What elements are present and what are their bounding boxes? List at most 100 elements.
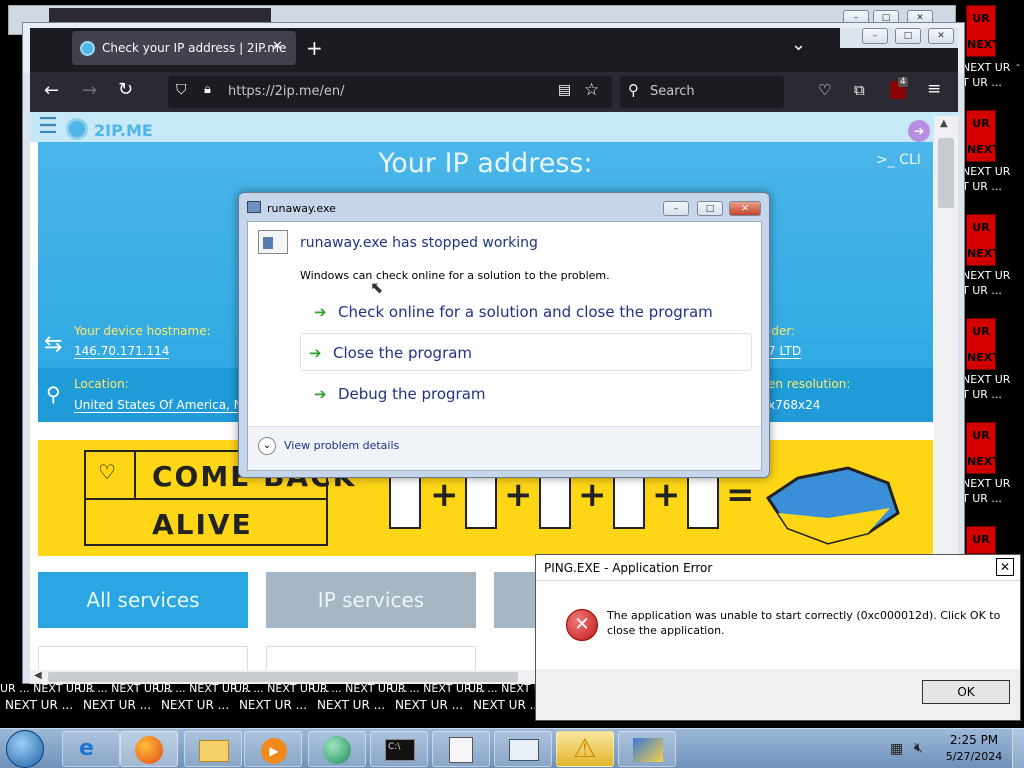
- lock-icon[interactable]: 🔒︎: [204, 82, 211, 97]
- scroll-left-icon[interactable]: ◀: [34, 670, 42, 681]
- horizontal-scrollbar-thumb[interactable]: [48, 672, 518, 682]
- background-tile: UR NEXT: [966, 5, 1000, 57]
- horizontal-scrollbar[interactable]: ◀: [30, 670, 535, 684]
- location-value[interactable]: United States Of America, New: [74, 398, 260, 413]
- new-tab-button[interactable]: +: [306, 36, 323, 60]
- error-dialog-body: ✕ The application was unable to start co…: [536, 581, 1020, 669]
- option-check-online[interactable]: ➔ Check online for a solution and close t…: [306, 293, 758, 331]
- menu-icon[interactable]: ≡: [927, 79, 941, 99]
- clock-date[interactable]: 5/27/2024: [940, 750, 1008, 763]
- taskbar-problem-reporting[interactable]: [494, 731, 552, 767]
- service-card[interactable]: [266, 646, 476, 670]
- crash-message: Windows can check online for a solution …: [300, 269, 610, 282]
- crash-dialog: runaway.exe – □ ✕ runaway.exe has stoppe…: [238, 192, 770, 478]
- taskbar-internet-explorer[interactable]: e: [62, 731, 120, 767]
- crash-minimize-button[interactable]: –: [663, 201, 689, 216]
- background-tile: UR NEXT: [966, 110, 1000, 162]
- cli-button[interactable]: >_ CLI: [876, 152, 921, 168]
- pocket-icon[interactable]: ♡: [818, 81, 831, 99]
- option-label: Check online for a solution and close th…: [338, 303, 713, 321]
- close-button[interactable]: ✕: [928, 28, 954, 44]
- taskbar-file-explorer[interactable]: [184, 731, 242, 767]
- error-message-line1: The application was unable to start corr…: [607, 609, 1001, 622]
- address-bar[interactable]: ⛉ 🔒︎ https://2ip.me/en/ ▤ ☆: [168, 76, 612, 108]
- media-player-icon: ▶: [261, 738, 287, 764]
- tab-list-button[interactable]: ⌄: [791, 34, 806, 55]
- background-label: NEXT UR T UR ...: [962, 373, 1011, 401]
- arrow-icon: ➔: [314, 385, 327, 403]
- crash-close-button[interactable]: ✕: [729, 201, 761, 216]
- search-bar[interactable]: ⚲ Search: [620, 76, 784, 108]
- shield-icon[interactable]: ⛉: [176, 82, 187, 98]
- show-desktop-button[interactable]: [1012, 729, 1024, 768]
- error-dialog-title: PING.EXE - Application Error: [544, 561, 713, 575]
- navigation-toolbar: ← → ↻ ⛉ 🔒︎ https://2ip.me/en/ ▤ ☆ ⚲ Sear…: [30, 72, 958, 112]
- internet-explorer-icon: e: [79, 736, 94, 761]
- crash-maximize-button[interactable]: □: [697, 201, 723, 216]
- search-placeholder[interactable]: Search: [650, 84, 695, 99]
- taskbar-globe-app[interactable]: [308, 731, 366, 767]
- heart-icon: ♡: [98, 460, 116, 484]
- hostname-value[interactable]: 146.70.171.114: [74, 344, 170, 359]
- folder-icon: [199, 740, 229, 762]
- crash-dialog-footer: ⌄ View problem details: [248, 426, 761, 470]
- provider-value[interactable]: 7 LTD: [768, 344, 802, 359]
- location-pin-icon: ⚲: [46, 382, 61, 406]
- network-icon[interactable]: ▦: [890, 741, 903, 757]
- forward-arrow-icon[interactable]: →: [82, 80, 97, 101]
- start-orb-icon[interactable]: [6, 730, 44, 768]
- clock-time[interactable]: 2:25 PM: [944, 733, 1004, 747]
- volume-muted-icon[interactable]: 🔇︎: [914, 740, 923, 756]
- taskbar-paint-app[interactable]: [618, 731, 676, 767]
- background-label: NEXT UR T UR ...: [962, 61, 1011, 89]
- svg-text:+: +: [430, 475, 459, 515]
- maximize-button[interactable]: □: [895, 28, 921, 44]
- tab-title: Check your IP address | 2IP.me: [102, 41, 287, 55]
- search-icon: ⚲: [628, 81, 639, 99]
- tab-close-icon[interactable]: ✕: [272, 39, 283, 54]
- taskbar-notepad-app[interactable]: [432, 731, 490, 767]
- url-text[interactable]: https://2ip.me/en/: [228, 84, 345, 99]
- error-close-button[interactable]: ✕: [996, 558, 1014, 576]
- arrow-icon: ➔: [309, 344, 322, 362]
- app-icon: [247, 201, 261, 213]
- provider-label: ider:: [768, 324, 796, 338]
- tab-all-services[interactable]: All services: [38, 572, 248, 628]
- banner-divider: [86, 498, 326, 500]
- reload-icon[interactable]: ↻: [118, 79, 133, 100]
- taskbar-command-prompt[interactable]: C:\: [370, 731, 428, 767]
- background-tile: UR NEXT: [966, 422, 1000, 474]
- hamburger-icon[interactable]: ☰: [38, 114, 58, 139]
- banner-divider: [134, 452, 136, 500]
- option-label: Close the program: [333, 344, 473, 362]
- scrollbar-thumb[interactable]: [938, 138, 954, 208]
- view-problem-details[interactable]: View problem details: [284, 439, 399, 452]
- service-card[interactable]: [38, 646, 248, 670]
- globe-icon: [323, 736, 351, 764]
- reader-view-icon[interactable]: ▤: [558, 82, 571, 98]
- login-icon[interactable]: ➔: [908, 120, 930, 142]
- site-logo-icon[interactable]: [66, 118, 88, 140]
- background-tile: UR NEXT: [966, 318, 1000, 370]
- warning-icon: ⚠: [573, 734, 597, 764]
- problem-reporting-icon: [509, 739, 539, 761]
- extensions-icon[interactable]: ⧉: [854, 81, 865, 99]
- chevron-down-icon[interactable]: ⌄: [258, 437, 276, 455]
- ok-button[interactable]: OK: [922, 680, 1010, 704]
- extension-badge: 4: [898, 77, 908, 87]
- option-debug-program[interactable]: ➔ Debug the program: [306, 375, 758, 413]
- background-dash: -: [1016, 58, 1020, 71]
- taskbar-warning-app[interactable]: ⚠: [556, 731, 614, 767]
- option-close-program[interactable]: ➔ Close the program: [300, 333, 752, 371]
- minimize-button[interactable]: –: [862, 28, 888, 44]
- back-arrow-icon[interactable]: ←: [44, 80, 59, 101]
- site-logo-text[interactable]: 2IP.ME: [94, 121, 153, 140]
- tab-ip-services[interactable]: IP services: [266, 572, 476, 628]
- resolution-value: x768x24: [768, 398, 821, 412]
- taskbar-firefox[interactable]: [120, 731, 178, 767]
- bookmark-star-icon[interactable]: ☆: [584, 80, 599, 100]
- tab-active[interactable]: Check your IP address | 2IP.me ✕: [72, 31, 296, 65]
- taskbar-media-player[interactable]: ▶: [244, 731, 302, 767]
- scroll-up-icon[interactable]: ▲: [940, 118, 948, 129]
- notepad-icon: [449, 737, 473, 763]
